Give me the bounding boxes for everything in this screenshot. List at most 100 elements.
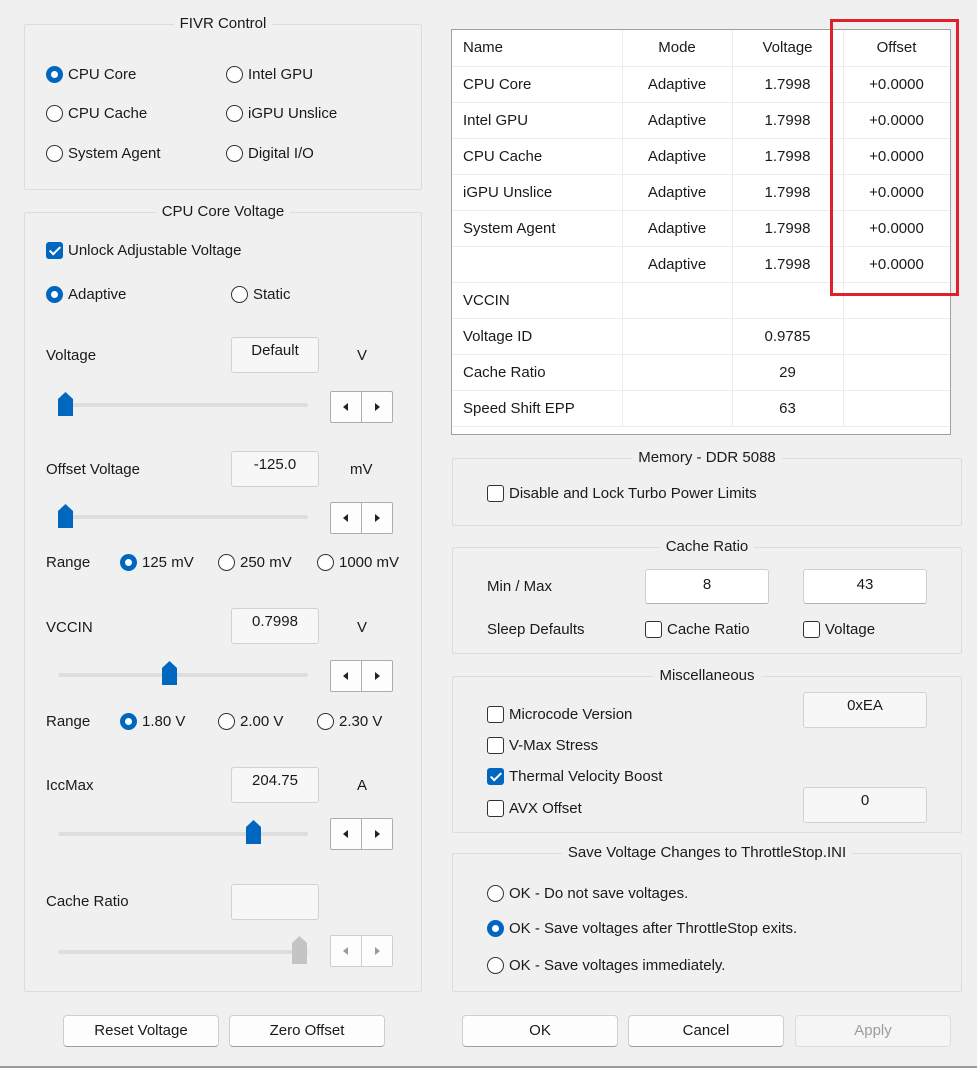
save-option-after-exit-radio[interactable]: OK - Save voltages after ThrottleStop ex… — [487, 920, 797, 937]
iccmax-value[interactable]: 204.75 — [231, 767, 319, 803]
cache-ratio-slider-track — [58, 950, 308, 954]
fivr-radio-intel-gpu[interactable]: Intel GPU — [226, 66, 313, 83]
radio-label: Intel GPU — [248, 66, 314, 83]
microcode-value: 0xEA — [803, 692, 927, 728]
range-200v-radio[interactable]: 2.00 V — [218, 713, 283, 730]
reset-voltage-button[interactable]: Reset Voltage — [63, 1015, 219, 1047]
offset-column-highlight — [830, 19, 959, 296]
checkbox-box — [803, 621, 820, 638]
sleep-cache-ratio-checkbox[interactable]: Cache Ratio — [645, 621, 750, 638]
voltage-value-button[interactable]: Default — [231, 337, 319, 373]
offset-voltage-value[interactable]: -125.0 — [231, 451, 319, 487]
spin-right-arrow-icon[interactable] — [361, 502, 393, 534]
radio-label: CPU Cache — [68, 105, 148, 122]
cache-ratio-min-input[interactable]: 8 — [645, 569, 769, 604]
fivr-radio-system-agent[interactable]: System Agent — [46, 145, 161, 162]
ok-button[interactable]: OK — [462, 1015, 618, 1047]
range-230v-radio[interactable]: 2.30 V — [317, 713, 382, 730]
microcode-version-checkbox[interactable]: Microcode Version — [487, 706, 632, 723]
offset-slider-thumb[interactable] — [58, 504, 73, 528]
cell-voltage — [732, 282, 844, 319]
radio-label: CPU Core — [68, 66, 137, 83]
cell-name: iGPU Unslice — [452, 174, 623, 211]
iccmax-slider-track[interactable] — [58, 832, 308, 836]
range-1000mv-radio[interactable]: 1000 mV — [317, 554, 399, 571]
vccin-spin-buttons[interactable] — [330, 660, 393, 692]
spin-right-arrow-icon — [361, 935, 393, 967]
iccmax-slider-thumb[interactable] — [246, 820, 261, 844]
avx-offset-checkbox[interactable]: AVX Offset — [487, 800, 582, 817]
thermal-velocity-boost-checkbox[interactable]: Thermal Velocity Boost — [487, 768, 662, 785]
zero-offset-button[interactable]: Zero Offset — [229, 1015, 385, 1047]
disable-lock-turbo-checkbox[interactable]: Disable and Lock Turbo Power Limits — [487, 485, 757, 502]
table-row[interactable]: Speed Shift EPP 63 — [452, 390, 950, 427]
vmax-stress-checkbox[interactable]: V-Max Stress — [487, 737, 598, 754]
avx-offset-value[interactable]: 0 — [803, 787, 927, 823]
spin-right-arrow-icon[interactable] — [361, 818, 393, 850]
table-row[interactable]: Voltage ID 0.9785 — [452, 318, 950, 355]
voltage-slider-thumb[interactable] — [58, 392, 73, 416]
cache-ratio-spin-buttons — [330, 935, 393, 967]
fivr-radio-digital-io[interactable]: Digital I/O — [226, 145, 314, 162]
column-header-mode: Mode — [622, 30, 733, 67]
radio-dot — [46, 66, 63, 83]
unlock-adjustable-voltage-checkbox[interactable]: Unlock Adjustable Voltage — [46, 242, 241, 259]
cell-name: Voltage ID — [452, 318, 623, 355]
offset-slider-track[interactable] — [58, 515, 308, 519]
offset-voltage-unit: mV — [350, 461, 373, 478]
offset-voltage-label: Offset Voltage — [46, 461, 140, 478]
range-125mv-radio[interactable]: 125 mV — [120, 554, 194, 571]
checkbox-box — [487, 768, 504, 785]
radio-dot — [226, 66, 243, 83]
mode-static-radio[interactable]: Static — [231, 286, 291, 303]
cell-mode: Adaptive — [622, 138, 733, 175]
checkbox-label: Voltage — [825, 621, 876, 638]
radio-dot — [487, 957, 504, 974]
mode-adaptive-radio[interactable]: Adaptive — [46, 286, 126, 303]
checkbox-box — [487, 800, 504, 817]
fivr-radio-igpu-unslice[interactable]: iGPU Unslice — [226, 105, 337, 122]
checkbox-box — [46, 242, 63, 259]
fivr-control-title: FIVR Control — [173, 15, 273, 32]
range-180v-radio[interactable]: 1.80 V — [120, 713, 185, 730]
save-option-immediately-radio[interactable]: OK - Save voltages immediately. — [487, 957, 725, 974]
radio-label: OK - Save voltages immediately. — [509, 957, 726, 974]
radio-label: 125 mV — [142, 554, 194, 571]
fivr-radio-cpu-cache[interactable]: CPU Cache — [46, 105, 147, 122]
cache-ratio-max-input[interactable]: 43 — [803, 569, 927, 604]
cell-mode: Adaptive — [622, 174, 733, 211]
cell-offset — [843, 390, 950, 427]
offset-spin-buttons[interactable] — [330, 502, 393, 534]
cell-voltage: 29 — [732, 354, 844, 391]
cell-voltage: 1.7998 — [732, 210, 844, 247]
spin-left-arrow-icon[interactable] — [330, 502, 361, 534]
voltage-spin-buttons[interactable] — [330, 391, 393, 423]
cell-voltage: 1.7998 — [732, 102, 844, 139]
voltage-slider-track[interactable] — [58, 403, 308, 407]
vccin-slider-thumb[interactable] — [162, 661, 177, 685]
fivr-radio-cpu-core[interactable]: CPU Core — [46, 66, 136, 83]
radio-dot — [46, 286, 63, 303]
cancel-button[interactable]: Cancel — [628, 1015, 784, 1047]
iccmax-spin-buttons[interactable] — [330, 818, 393, 850]
core-cache-ratio-value — [231, 884, 319, 920]
save-option-do-not-save-radio[interactable]: OK - Do not save voltages. — [487, 885, 688, 902]
range-250mv-radio[interactable]: 250 mV — [218, 554, 292, 571]
spin-left-arrow-icon[interactable] — [330, 391, 361, 423]
spin-left-arrow-icon[interactable] — [330, 818, 361, 850]
iccmax-label: IccMax — [46, 777, 94, 794]
vccin-label: VCCIN — [46, 619, 93, 636]
sleep-voltage-checkbox[interactable]: Voltage — [803, 621, 875, 638]
cell-mode: Adaptive — [622, 102, 733, 139]
spin-right-arrow-icon[interactable] — [361, 391, 393, 423]
spin-right-arrow-icon[interactable] — [361, 660, 393, 692]
table-row[interactable]: Cache Ratio 29 — [452, 354, 950, 391]
cell-voltage: 1.7998 — [732, 174, 844, 211]
vccin-value[interactable]: 0.7998 — [231, 608, 319, 644]
offset-range-label: Range — [46, 554, 91, 571]
cell-voltage: 1.7998 — [732, 246, 844, 283]
spin-left-arrow-icon[interactable] — [330, 660, 361, 692]
vccin-slider-track[interactable] — [58, 673, 308, 677]
save-voltage-title: Save Voltage Changes to ThrottleStop.INI — [561, 844, 853, 861]
radio-dot — [487, 920, 504, 937]
